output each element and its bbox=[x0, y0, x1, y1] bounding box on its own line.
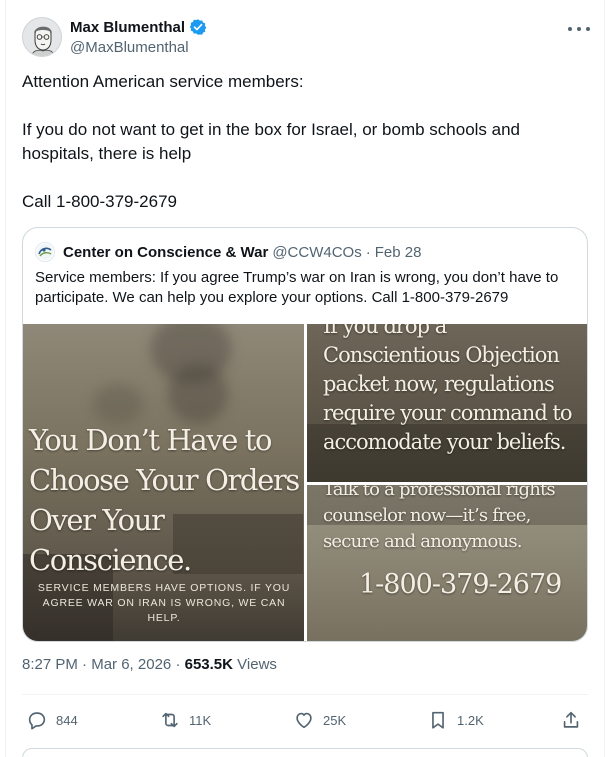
image1-headline: You Don’t Have to Choose Your Orders Ove… bbox=[29, 423, 300, 577]
repost-button[interactable]: 11K bbox=[159, 704, 211, 736]
bookmark-icon bbox=[432, 711, 444, 729]
quoted-tweet-text: Service members: If you agree Trump’s wa… bbox=[35, 269, 559, 306]
tweet-line-3: Call 1-800-379-2679 bbox=[22, 192, 177, 211]
tweet-date[interactable]: Mar 6, 2026 bbox=[91, 656, 171, 673]
repost-count: 11K bbox=[189, 712, 212, 728]
bookmark-button[interactable]: 1.2K bbox=[427, 704, 484, 736]
image1-subtext: SERVICE MEMBERS HAVE OPTIONS. IF YOU AGR… bbox=[37, 582, 291, 624]
image3-phone: 1-800-379-2679 bbox=[359, 569, 562, 600]
reply-count: 844 bbox=[56, 712, 78, 728]
heart-icon bbox=[296, 712, 312, 729]
like-button[interactable]: 25K bbox=[293, 704, 346, 736]
divider bbox=[22, 694, 588, 695]
quoted-handle[interactable]: @CCW4COs bbox=[272, 244, 361, 261]
media-image-2[interactable]: If you drop a Conscientious Objection pa… bbox=[307, 324, 587, 482]
image3-text: Talk to a professional rights counselor … bbox=[323, 485, 556, 552]
bookmark-count: 1.2K bbox=[457, 712, 484, 728]
reply-icon bbox=[28, 712, 46, 730]
verified-badge-icon bbox=[189, 19, 207, 35]
ccw-logo-icon[interactable] bbox=[35, 242, 55, 262]
author-display-name[interactable]: Max Blumenthal bbox=[70, 19, 185, 36]
quoted-display-name[interactable]: Center on Conscience & War bbox=[63, 244, 268, 261]
share-icon bbox=[563, 711, 579, 728]
media-image-3[interactable]: Talk to a professional rights counselor … bbox=[307, 485, 587, 641]
share-button[interactable] bbox=[560, 704, 590, 736]
media-image-1[interactable]: You Don’t Have to Choose Your Orders Ove… bbox=[23, 324, 304, 641]
quoted-tweet[interactable]: Center on Conscience & War @CCW4COs · Fe… bbox=[22, 227, 588, 642]
more-options-icon[interactable] bbox=[568, 22, 590, 36]
quoted-separator: · bbox=[365, 243, 371, 261]
author-avatar[interactable] bbox=[22, 17, 62, 57]
next-card-edge bbox=[22, 748, 588, 757]
tweet-line-1: Attention American service members: bbox=[22, 72, 304, 91]
avatar-sketch-icon bbox=[23, 18, 61, 56]
quoted-date[interactable]: Feb 28 bbox=[375, 244, 422, 261]
repost-icon bbox=[162, 712, 178, 728]
tweet-line-2: If you do not want to get in the box for… bbox=[22, 120, 521, 163]
tweet-time[interactable]: 8:27 PM bbox=[22, 656, 78, 673]
quoted-media[interactable]: You Don’t Have to Choose Your Orders Ove… bbox=[23, 324, 587, 641]
like-count: 25K bbox=[323, 712, 347, 728]
tweet-header: Max Blumenthal @MaxBlumenthal bbox=[22, 16, 592, 58]
tweet-text: Attention American service members: If y… bbox=[22, 70, 582, 214]
meta-separator: · bbox=[175, 656, 181, 673]
views-count: 653.5K bbox=[184, 656, 233, 673]
quoted-tweet-header: Center on Conscience & War @CCW4COs · Fe… bbox=[35, 242, 421, 262]
tweet-meta: 8:27 PM · Mar 6, 2026 · 653.5K Views bbox=[22, 656, 277, 673]
reply-button[interactable]: 844 bbox=[26, 704, 78, 736]
tweet-actions: 844 11K 25K 1.2K bbox=[22, 704, 588, 736]
image2-text: If you drop a Conscientious Objection pa… bbox=[323, 324, 573, 454]
views-label: Views bbox=[237, 656, 277, 673]
meta-separator: · bbox=[82, 656, 88, 673]
author-handle[interactable]: @MaxBlumenthal bbox=[70, 39, 207, 56]
author-names: Max Blumenthal @MaxBlumenthal bbox=[70, 17, 207, 56]
